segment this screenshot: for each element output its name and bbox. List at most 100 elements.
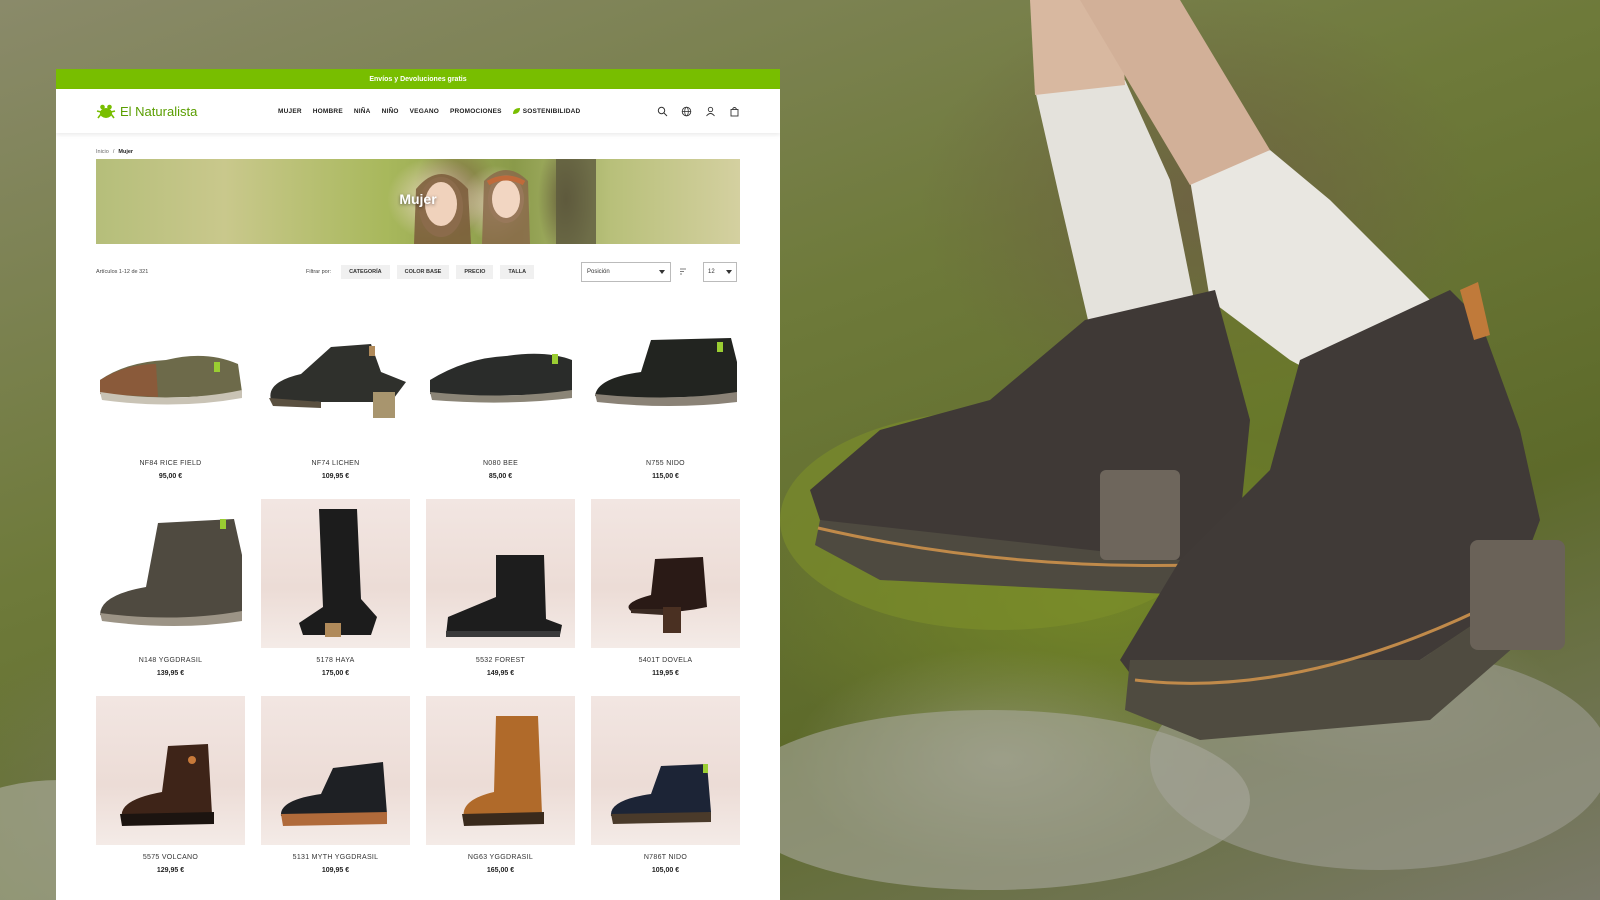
product-name: 5575 VOLCANO	[142, 854, 199, 861]
product-price: 109,95 €	[321, 473, 350, 480]
product-price: 175,00 €	[321, 670, 350, 677]
product-image	[426, 499, 575, 648]
frog-logo-icon	[96, 104, 116, 119]
chevron-down-icon	[726, 270, 732, 274]
shoe-image	[269, 344, 406, 418]
product-card[interactable]: N786T NIDO 105,00 €	[591, 696, 740, 893]
site-header: El Naturalista MUJER HOMBRE NIÑA NIÑO VE…	[56, 89, 780, 133]
promo-text: Envíos y Devoluciones gratis	[369, 75, 467, 83]
product-image	[261, 499, 410, 648]
product-card[interactable]: 5178 HAYA 175,00 €	[261, 499, 410, 696]
product-price: 139,95 €	[156, 670, 185, 677]
product-image	[96, 696, 245, 845]
product-card[interactable]: 5401T DOVELA 119,95 €	[591, 499, 740, 696]
user-icon[interactable]	[705, 106, 716, 117]
nav-label-sostenibilidad: SOSTENIBILIDAD	[522, 107, 581, 115]
breadcrumb-separator: /	[112, 149, 115, 155]
product-price: 105,00 €	[651, 867, 680, 874]
product-price: 129,95 €	[156, 867, 185, 874]
product-card[interactable]: N148 YGGDRASIL 139,95 €	[96, 499, 245, 696]
product-card[interactable]: NG63 YGGDRASIL 165,00 €	[426, 696, 575, 893]
filter-categoria[interactable]: CATEGORÍA	[341, 265, 390, 279]
cart-icon[interactable]	[729, 106, 740, 117]
website-panel: Envíos y Devoluciones gratis El Naturali…	[56, 69, 780, 900]
nav-item-sostenibilidad[interactable]: SOSTENIBILIDAD	[512, 107, 581, 115]
product-card[interactable]: 5575 VOLCANO 129,95 €	[96, 696, 245, 893]
nav-item-hombre[interactable]: HOMBRE	[313, 108, 343, 115]
product-name: 5178 HAYA	[316, 657, 355, 664]
product-card[interactable]: N755 NIDO 115,00 €	[591, 302, 740, 499]
promo-bar[interactable]: Envíos y Devoluciones gratis	[56, 69, 780, 89]
product-image	[261, 302, 410, 451]
filter-color-base[interactable]: COLOR BASE	[396, 265, 450, 279]
product-image	[426, 302, 575, 451]
product-image	[591, 499, 740, 648]
product-price: 109,95 €	[321, 867, 350, 874]
listing-toolbar: Artículos 1-12 de 321 Filtrar por: CATEG…	[96, 260, 740, 284]
boot-image	[628, 557, 707, 633]
product-image	[261, 696, 410, 845]
product-name: 5532 FOREST	[475, 657, 526, 664]
product-card[interactable]: 5131 MYTH YGGDRASIL 109,95 €	[261, 696, 410, 893]
product-name: 5131 MYTH YGGDRASIL	[292, 854, 379, 861]
nav-item-promociones[interactable]: PROMOCIONES	[450, 108, 502, 115]
product-card[interactable]: NF74 LICHEN 109,95 €	[261, 302, 410, 499]
boot-image	[120, 744, 214, 826]
chevron-down-icon	[659, 270, 665, 274]
shoe-image	[100, 355, 242, 405]
header-actions	[657, 106, 740, 117]
boot-image	[462, 716, 544, 826]
boot-image	[299, 509, 377, 637]
product-price: 119,95 €	[652, 670, 679, 677]
boot-image	[446, 555, 562, 637]
product-name: NG63 YGGDRASIL	[467, 854, 534, 861]
product-price: 165,00 €	[486, 867, 515, 874]
product-name: 5401T DOVELA	[638, 657, 693, 664]
product-price: 95,00 €	[158, 473, 183, 480]
breadcrumb-current: Mujer	[118, 149, 134, 155]
page-size-value: 12	[708, 269, 715, 275]
product-price: 85,00 €	[488, 473, 513, 480]
product-image	[591, 696, 740, 845]
breadcrumb-home[interactable]: Inicio	[96, 149, 109, 155]
brand-name: El Naturalista	[120, 103, 198, 119]
shoe-image	[430, 353, 572, 403]
product-grid: NF84 RICE FIELD 95,00 € NF74 LICHEN 109,…	[96, 302, 742, 893]
breadcrumb: Inicio / Mujer	[56, 133, 780, 159]
nav-item-mujer[interactable]: MUJER	[278, 108, 302, 115]
product-name: N755 NIDO	[646, 460, 685, 467]
search-icon[interactable]	[657, 106, 668, 117]
product-name: N148 YGGDRASIL	[138, 657, 203, 664]
globe-icon[interactable]	[681, 106, 692, 117]
hero-title: Mujer	[399, 191, 437, 207]
leaf-icon	[512, 108, 520, 114]
filter-label: Filtrar por:	[306, 269, 332, 275]
product-image	[96, 499, 245, 648]
shoe-image	[100, 519, 242, 626]
product-card[interactable]: NF84 RICE FIELD 95,00 €	[96, 302, 245, 499]
nav-item-nina[interactable]: NIÑA	[354, 108, 371, 115]
main-nav: MUJER HOMBRE NIÑA NIÑO VEGANO PROMOCIONE…	[278, 108, 580, 115]
boot-image	[280, 762, 387, 826]
product-image	[426, 696, 575, 845]
results-count: Artículos 1-12 de 321	[96, 269, 149, 275]
filter-precio[interactable]: PRECIO	[456, 265, 494, 279]
sort-direction-icon[interactable]	[679, 268, 687, 276]
product-name: NF74 LICHEN	[311, 460, 360, 467]
product-name: N080 BEE	[482, 460, 519, 467]
product-card[interactable]: 5532 FOREST 149,95 €	[426, 499, 575, 696]
product-card[interactable]: N080 BEE 85,00 €	[426, 302, 575, 499]
category-hero-banner: Mujer	[96, 159, 740, 244]
shoe-image	[595, 338, 737, 406]
product-name: NF84 RICE FIELD	[139, 460, 202, 467]
page-size-select[interactable]: 12	[703, 262, 737, 282]
sort-select[interactable]: Posición	[581, 262, 671, 282]
filter-talla[interactable]: TALLA	[500, 265, 535, 279]
product-image	[591, 302, 740, 451]
nav-item-nino[interactable]: NIÑO	[382, 108, 399, 115]
logo[interactable]: El Naturalista	[96, 102, 278, 120]
product-price: 115,00 €	[652, 473, 679, 480]
nav-item-vegano[interactable]: VEGANO	[410, 108, 439, 115]
product-name: N786T NIDO	[643, 854, 688, 861]
boot-image	[610, 764, 711, 824]
